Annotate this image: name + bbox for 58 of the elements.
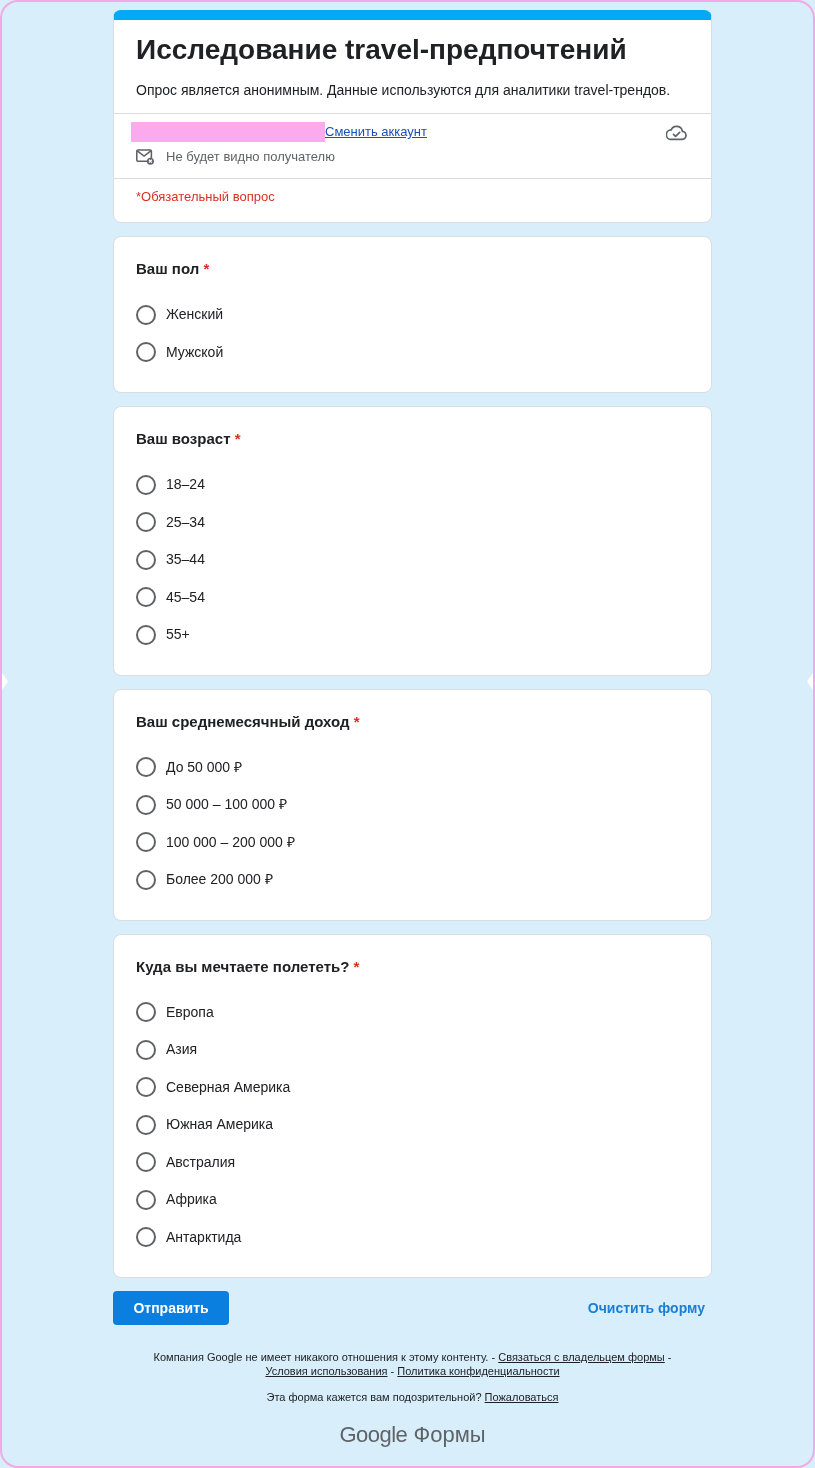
- submit-button[interactable]: Отправить: [113, 1291, 229, 1325]
- radio-button[interactable]: [136, 869, 156, 890]
- option-label[interactable]: Азия: [166, 1039, 198, 1061]
- edge-notch-icon: [807, 673, 813, 690]
- radio-button[interactable]: [136, 794, 156, 815]
- option-label[interactable]: 50 000 – 100 000 ₽: [166, 794, 287, 816]
- radio-button[interactable]: [136, 342, 156, 363]
- option-label[interactable]: Европа: [166, 1001, 214, 1023]
- radio-button[interactable]: [136, 1152, 156, 1173]
- privacy-note: Не будет видно получателю: [166, 148, 335, 167]
- radio-button[interactable]: [136, 1077, 156, 1098]
- question-title: Ваш возраст *: [136, 429, 242, 449]
- option-label[interactable]: Женский: [166, 304, 224, 326]
- option-label[interactable]: 55+: [166, 624, 190, 646]
- radio-button[interactable]: [136, 624, 156, 645]
- footer-disclaimer: Компания Google не имеет никакого отношения к этому контенту. - Связаться с владельцем формы - Условия использования - Политика конфиденциальности: [152, 1350, 673, 1378]
- radio-button[interactable]: [136, 1189, 156, 1210]
- footer-link[interactable]: Условия использования: [265, 1365, 388, 1377]
- option-label[interactable]: Мужской: [166, 341, 224, 363]
- question-title: Ваш пол *: [136, 259, 211, 279]
- radio-button[interactable]: [136, 512, 156, 533]
- edge-notch-icon: [2, 673, 8, 690]
- envelope-x-icon: [136, 149, 154, 165]
- form-title: Исследование travel-предпочтений: [136, 33, 628, 67]
- clear-form-button[interactable]: Очистить форму: [580, 1291, 712, 1325]
- option-label[interactable]: 25–34: [166, 511, 205, 533]
- option-label[interactable]: 45–54: [166, 586, 205, 608]
- question-title: Ваш среднемесячный доход *: [136, 711, 361, 732]
- footer-link[interactable]: Связаться с владельцем формы: [498, 1351, 665, 1363]
- option-label[interactable]: Южная Америка: [166, 1114, 274, 1136]
- option-label[interactable]: Северная Америка: [166, 1076, 291, 1098]
- radio-button[interactable]: [136, 1114, 156, 1135]
- option-label[interactable]: Более 200 000 ₽: [166, 869, 273, 891]
- option-label[interactable]: 35–44: [166, 549, 205, 571]
- option-label[interactable]: 18–24: [166, 474, 205, 496]
- radio-button[interactable]: [136, 1227, 156, 1248]
- switch-account-link[interactable]: Сменить аккаунт: [325, 122, 427, 142]
- report-abuse-text: Эта форма кажется вам подозрительной? Пожаловаться: [265, 1390, 560, 1404]
- radio-button[interactable]: [136, 304, 156, 325]
- report-link[interactable]: Пожаловаться: [484, 1391, 559, 1403]
- radio-button[interactable]: [136, 474, 156, 495]
- footer-link[interactable]: Политика конфиденциальности: [397, 1365, 560, 1377]
- form-description: Опрос является анонимным. Данные используются для аналитики travel-трендов.: [136, 81, 672, 100]
- radio-button[interactable]: [136, 1002, 156, 1023]
- required-note: *Обязательный вопрос: [136, 188, 276, 206]
- option-label[interactable]: 100 000 – 200 000 ₽: [166, 831, 295, 853]
- radio-button[interactable]: [136, 832, 156, 853]
- option-label[interactable]: Африка: [166, 1189, 217, 1211]
- option-label[interactable]: Австралия: [166, 1151, 236, 1173]
- radio-button[interactable]: [136, 1039, 156, 1060]
- radio-button[interactable]: [136, 757, 156, 778]
- radio-button[interactable]: [136, 587, 156, 608]
- radio-button[interactable]: [136, 549, 156, 570]
- cloud-check-icon: [666, 123, 688, 141]
- question-title: Куда вы мечтаете полететь? *: [136, 956, 361, 977]
- option-label[interactable]: До 50 000 ₽: [166, 756, 243, 778]
- option-label[interactable]: Антарктида: [166, 1226, 242, 1248]
- forms-logo: Google Формы: [339, 1423, 486, 1447]
